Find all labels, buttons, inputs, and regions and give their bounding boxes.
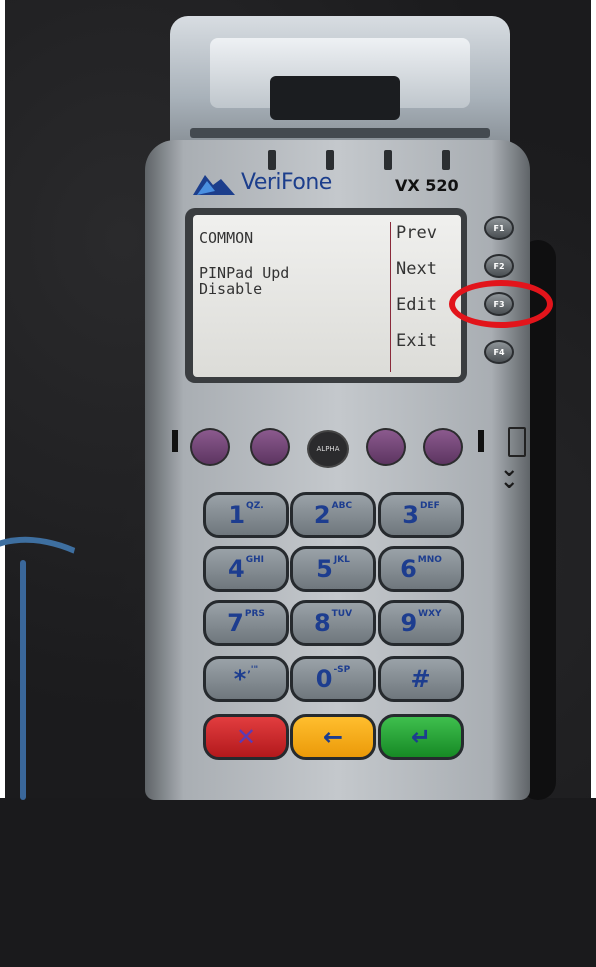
enter-key[interactable]: ↵ (378, 714, 464, 760)
led (384, 150, 392, 170)
model-label: VX 520 (395, 176, 459, 195)
cancel-key[interactable]: ✕ (203, 714, 289, 760)
backspace-arrow-icon: ← (322, 723, 344, 751)
f4-key[interactable]: F4 (484, 340, 514, 364)
softkey-edit: Edit (396, 295, 437, 315)
paper-slot (270, 76, 400, 120)
key-2[interactable]: 2 ABC (290, 492, 376, 538)
receipt-printer (170, 16, 510, 151)
key-6[interactable]: 6 MNO (378, 546, 464, 592)
f3-highlight-circle (449, 280, 553, 328)
f1-key[interactable]: F1 (484, 216, 514, 240)
right-indicator (478, 430, 484, 452)
key-3[interactable]: 3 DEF (378, 492, 464, 538)
key-9[interactable]: 9 WXY (378, 600, 464, 646)
f2-key[interactable]: F2 (484, 254, 514, 278)
key-hash[interactable]: # (378, 656, 464, 702)
left-indicator (172, 430, 178, 452)
setting-name: PINPad Upd (199, 264, 290, 282)
key-7[interactable]: 7 PRS (203, 600, 289, 646)
tear-bar (190, 128, 490, 138)
cancel-icon: ✕ (235, 723, 257, 751)
key-star[interactable]: * ,'" (203, 656, 289, 702)
key-0[interactable]: 0 -SP (290, 656, 376, 702)
screen-header: COMMON (199, 229, 254, 247)
softkey-exit: Exit (396, 331, 437, 351)
brand-name: VeriFone (241, 170, 332, 195)
setting-value: Disable (199, 280, 263, 298)
function-key-1[interactable] (190, 428, 230, 466)
chevron-down-icon: ⌄ ⌄ (500, 457, 519, 494)
led (326, 150, 334, 170)
led (442, 150, 450, 170)
enter-icon: ↵ (410, 723, 432, 751)
softkey-divider (390, 222, 391, 372)
key-4[interactable]: 4 GHI (203, 546, 289, 592)
key-5[interactable]: 5 JKL (290, 546, 376, 592)
verifone-logo-icon (193, 174, 235, 195)
key-1[interactable]: 1 QZ. (203, 492, 289, 538)
cable-segment (20, 560, 26, 800)
function-key-3[interactable] (366, 428, 406, 466)
function-key-2[interactable] (250, 428, 290, 466)
card-reader-icon (508, 427, 526, 457)
alpha-key[interactable]: ALPHA (307, 430, 349, 468)
clear-key[interactable]: ← (290, 714, 376, 760)
brand-logo: VeriFone (193, 170, 332, 195)
key-8[interactable]: 8 TUV (290, 600, 376, 646)
led (268, 150, 276, 170)
softkey-prev: Prev (396, 223, 437, 243)
softkey-next: Next (396, 259, 437, 279)
function-key-4[interactable] (423, 428, 463, 466)
